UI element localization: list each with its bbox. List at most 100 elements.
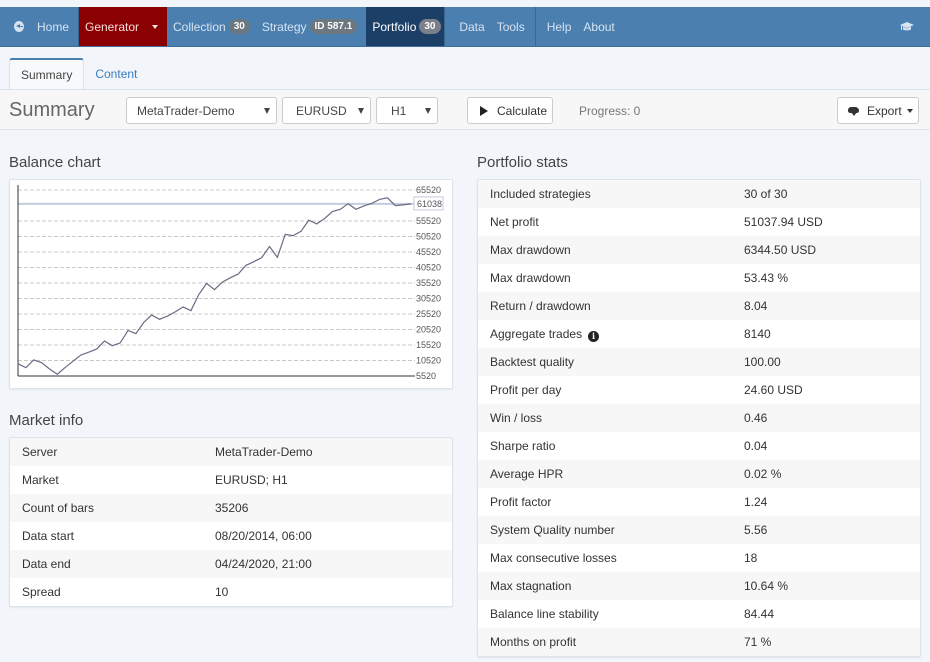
row-label: Included strategies xyxy=(490,187,591,201)
table-row: Data end 04/24/2020, 21:00 xyxy=(10,550,452,578)
table-row: Max stagnation 10.64 % xyxy=(478,572,920,600)
tab-content[interactable]: Content xyxy=(84,58,148,89)
table-row: Included strategies 30 of 30 xyxy=(478,180,920,208)
symbol-select[interactable]: EURUSD xyxy=(282,97,371,124)
nav-generator[interactable]: Generator xyxy=(79,7,167,46)
dropdown-arrow-icon xyxy=(358,108,364,114)
calculate-button[interactable]: Calculate xyxy=(467,97,553,124)
table-row: Profit factor 1.24 xyxy=(478,488,920,516)
balance-chart: 65520 55520 50520 45520 40520 35520 30520 25520… xyxy=(17,185,444,381)
row-value: 35206 xyxy=(215,501,249,515)
y-tick-label: 5520 xyxy=(416,371,436,381)
view-tabs: Summary Content xyxy=(9,58,148,89)
row-label-cell: Win / loss xyxy=(478,404,744,432)
row-value: 53.43 % xyxy=(744,271,789,285)
nav-data-label: Data xyxy=(459,19,485,34)
row-value: MetaTrader-Demo xyxy=(215,445,313,459)
row-value: 100.00 xyxy=(744,355,781,369)
export-button[interactable]: Export xyxy=(837,97,919,124)
table-row: Aggregate trades i 8140 xyxy=(478,320,920,348)
row-label-cell: Server xyxy=(10,438,215,466)
row-label-cell: Max stagnation xyxy=(478,572,744,600)
current-balance-label: 61038 xyxy=(417,199,442,209)
row-label: Server xyxy=(22,445,58,459)
table-row: Market EURUSD; H1 xyxy=(10,466,452,494)
tab-summary[interactable]: Summary xyxy=(9,58,85,89)
summary-toolbar: Summary MetaTrader-Demo EURUSD H1 Calcul… xyxy=(0,89,930,130)
y-tick-label: 45520 xyxy=(416,247,441,257)
y-tick-label: 20520 xyxy=(416,325,441,335)
row-label-cell: Spread xyxy=(10,578,215,606)
nav-portfolio-label: Portfolio xyxy=(372,19,417,34)
table-row: System Quality number 5.56 xyxy=(478,516,920,544)
nav-collection[interactable]: Collection 30 xyxy=(167,7,259,46)
table-row: Server MetaTrader-Demo xyxy=(10,438,452,466)
nav-data[interactable]: Data xyxy=(445,7,490,46)
nav-about-label: About xyxy=(583,19,615,34)
row-value: 6344.50 USD xyxy=(744,243,817,257)
table-row: Months on profit 71 % xyxy=(478,628,920,656)
row-label: System Quality number xyxy=(490,523,615,537)
portfolio-stats-panel: Included strategies 30 of 30 Net profit 510… xyxy=(477,179,921,657)
nav-help[interactable]: Help xyxy=(536,7,578,46)
row-label-cell: Max drawdown xyxy=(478,264,744,292)
row-label: Sharpe ratio xyxy=(490,439,556,453)
academy-button[interactable] xyxy=(891,7,930,46)
nav-strategy[interactable]: Strategy ID 587.1 xyxy=(259,7,367,46)
info-icon[interactable]: i xyxy=(588,330,600,342)
row-label: Profit per day xyxy=(490,383,562,397)
row-label-cell: Profit factor xyxy=(478,488,744,516)
row-label-cell: Net profit xyxy=(478,208,744,236)
server-select[interactable]: MetaTrader-Demo xyxy=(126,97,277,124)
market-info-table: Server MetaTrader-Demo Market EURUSD; H1 Cou… xyxy=(10,438,452,606)
nav-home[interactable]: Home xyxy=(0,7,79,46)
row-label-cell: Included strategies xyxy=(478,180,744,208)
row-value: 04/24/2020, 21:00 xyxy=(215,557,312,571)
table-row: Net profit 51037.94 USD xyxy=(478,208,920,236)
period-select[interactable]: H1 xyxy=(376,97,438,124)
nav-portfolio[interactable]: Portfolio 30 xyxy=(366,7,445,46)
caret-down-icon xyxy=(906,108,913,113)
y-tick-label: 55520 xyxy=(416,216,441,226)
row-label: Win / loss xyxy=(490,411,543,425)
table-row: Data start 08/20/2014, 06:00 xyxy=(10,522,452,550)
nav-about[interactable]: About xyxy=(577,7,623,46)
row-label-cell: Max drawdown xyxy=(478,236,744,264)
row-label: Data start xyxy=(22,529,75,543)
symbol-select-value: EURUSD xyxy=(296,103,347,118)
table-row: Balance line stability 84.44 xyxy=(478,600,920,628)
row-value: 0.04 xyxy=(744,439,768,453)
market-info-panel: Server MetaTrader-Demo Market EURUSD; H1 Cou… xyxy=(9,437,453,607)
cloud-download-icon xyxy=(847,106,860,116)
row-label: Average HPR xyxy=(490,467,564,481)
table-row: Sharpe ratio 0.04 xyxy=(478,432,920,460)
table-row: Count of bars 35206 xyxy=(10,494,452,522)
row-label-cell: Count of bars xyxy=(10,494,215,522)
row-value: 84.44 xyxy=(744,607,775,621)
row-label-cell: Backtest quality xyxy=(478,348,744,376)
row-value: 5.56 xyxy=(744,523,768,537)
row-value: 10.64 % xyxy=(744,579,789,593)
dropdown-arrow-icon xyxy=(425,108,431,114)
row-label: Balance line stability xyxy=(490,607,599,621)
progress-text: Progress: 0 xyxy=(579,104,641,118)
portfolio-stats-title: Portfolio stats xyxy=(477,154,568,171)
play-icon xyxy=(480,105,488,116)
y-tick-label: 25520 xyxy=(416,309,441,319)
nav-tools[interactable]: Tools xyxy=(491,7,535,46)
row-value: 30 of 30 xyxy=(744,187,788,201)
top-navbar: Home Generator Collection 30 Strategy ID… xyxy=(0,7,930,47)
row-label: Net profit xyxy=(490,215,539,229)
row-label: Max stagnation xyxy=(490,579,572,593)
caret-down-icon xyxy=(152,24,158,29)
balance-line xyxy=(17,197,412,375)
table-row: Average HPR 0.02 % xyxy=(478,460,920,488)
balance-chart-title: Balance chart xyxy=(9,154,101,171)
tab-content-label: Content xyxy=(95,66,138,81)
row-label-cell: Max consecutive losses xyxy=(478,544,744,572)
y-tick-label: 40520 xyxy=(416,263,441,273)
row-label: Profit factor xyxy=(490,495,552,509)
table-row: Spread 10 xyxy=(10,578,452,606)
portfolio-stats-table: Included strategies 30 of 30 Net profit 510… xyxy=(478,180,920,656)
row-label-cell: Months on profit xyxy=(478,628,744,656)
